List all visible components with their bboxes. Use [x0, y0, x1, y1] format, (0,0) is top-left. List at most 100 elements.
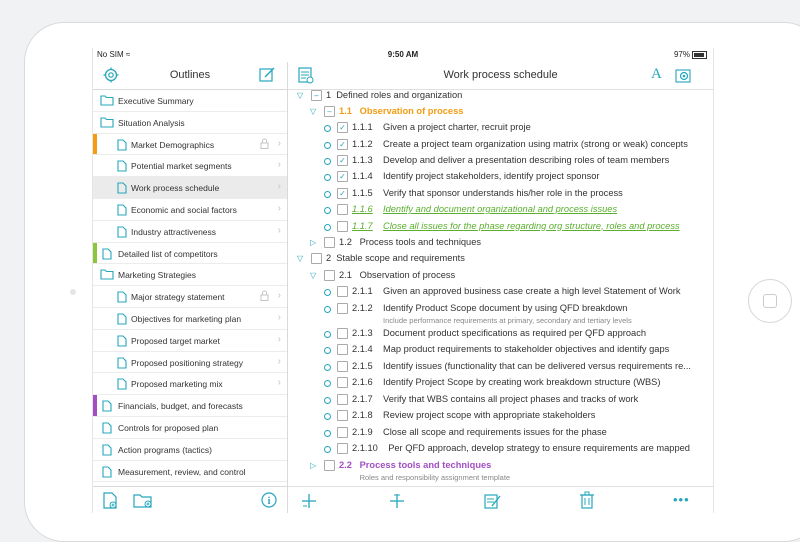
row-text[interactable]: Given an approved business case create a…	[383, 286, 681, 296]
row-text[interactable]: Observation of process	[360, 106, 464, 116]
row-text[interactable]: Identify and document organizational and…	[383, 204, 617, 214]
checkbox[interactable]	[337, 344, 348, 355]
new-folder-icon[interactable]	[133, 493, 153, 513]
outline-row[interactable]: 2.1.10 Per QFD approach, develop strategy…	[288, 442, 713, 458]
outline-row[interactable]: ✓ 1.1.4 Identify project stakeholders, ide…	[288, 170, 713, 186]
sidebar-item[interactable]: Controls for proposed plan	[93, 417, 287, 439]
outline-row[interactable]: 2.1.6 Identify Project Scope by creating …	[288, 376, 713, 392]
checkbox[interactable]: –	[324, 105, 335, 117]
outline-row[interactable]: ✓ 1.1.5 Verify that sponsor understands hi…	[288, 187, 713, 203]
home-button[interactable]	[748, 279, 792, 323]
add-child-icon[interactable]	[388, 492, 406, 513]
row-text[interactable]: Review project scope with appropriate st…	[383, 410, 595, 420]
sidebar-item[interactable]: Executive Summary	[93, 90, 287, 112]
outline-row[interactable]: 2.1.3 Document product specifications as …	[288, 327, 713, 343]
edit-note-icon[interactable]	[483, 492, 501, 513]
checkbox[interactable]	[337, 443, 348, 454]
row-text[interactable]: Identify issues (functionality that can …	[383, 361, 691, 371]
outline-row[interactable]: ▷ 1.2 Process tools and techniques	[288, 236, 713, 252]
outline-row[interactable]: 2.1.2 Identify Product Scope document by …	[288, 302, 713, 325]
outline-row[interactable]: 2.1.7 Verify that WBS contains all projec…	[288, 393, 713, 409]
row-text[interactable]: Develop and deliver a presentation descr…	[383, 155, 669, 165]
sidebar-item[interactable]: Major strategy statement ›	[93, 286, 287, 308]
checkbox[interactable]: ✓	[337, 138, 348, 150]
expand-triangle-icon[interactable]: ▽	[310, 107, 316, 116]
checkbox[interactable]	[324, 459, 335, 471]
new-document-icon[interactable]	[103, 492, 117, 513]
sidebar-item[interactable]: Situation Analysis	[93, 112, 287, 134]
compose-icon[interactable]	[259, 66, 276, 88]
outline-row[interactable]: 2.1.1 Given an approved business case cre…	[288, 285, 713, 301]
collapse-triangle-icon[interactable]: ▷	[310, 238, 316, 247]
checkbox[interactable]	[337, 303, 348, 314]
row-text[interactable]: Process tools and techniques	[360, 460, 492, 470]
expand-triangle-icon[interactable]: ▽	[297, 91, 303, 100]
sidebar-item[interactable]: Proposed marketing mix ›	[93, 373, 287, 396]
row-text[interactable]: Process tools and techniques	[360, 237, 481, 247]
outline-row[interactable]: 2.1.4 Map product requirements to stakeho…	[288, 343, 713, 359]
outline-row[interactable]: ▽ 2 Stable scope and requirements	[288, 252, 713, 268]
info-icon[interactable]: i	[261, 492, 277, 513]
row-text[interactable]: Stable scope and requirements	[336, 253, 465, 263]
checkbox[interactable]: ✓	[337, 171, 348, 182]
text-format-icon[interactable]: A	[651, 66, 662, 83]
checkbox[interactable]	[337, 410, 348, 421]
outline-row[interactable]: ▽ 2.1 Observation of process	[288, 269, 713, 285]
row-text[interactable]: Create a project team organization using…	[383, 139, 688, 149]
sidebar-item[interactable]: Market Demographics ›	[93, 133, 287, 156]
checkbox[interactable]	[337, 286, 348, 297]
checkbox[interactable]	[337, 327, 348, 339]
outline-row[interactable]: ✓ 1.1.2 Create a project team organization…	[288, 138, 713, 154]
sidebar-item[interactable]: Objectives for marketing plan ›	[93, 308, 287, 330]
sidebar-item[interactable]: Potential market segments ›	[93, 155, 287, 178]
document-settings-icon[interactable]	[675, 67, 692, 88]
row-text[interactable]: Close all issues for the phase regarding…	[383, 221, 680, 231]
checkbox[interactable]	[337, 204, 348, 215]
sidebar-item[interactable]: Action programs (tactics)	[93, 439, 287, 461]
sidebar-item[interactable]: Marketing Strategies	[93, 264, 287, 287]
checkbox[interactable]	[324, 269, 335, 281]
sidebar-item[interactable]: Proposed positioning strategy ›	[93, 352, 287, 374]
checkbox[interactable]	[337, 360, 348, 372]
outline-row[interactable]: 2.1.8 Review project scope with appropria…	[288, 409, 713, 425]
row-text[interactable]: Given a project charter, recruit proje	[383, 122, 531, 132]
outline-row[interactable]: ✓ 1.1.3 Develop and deliver a presentation…	[288, 154, 713, 170]
outline-row[interactable]: ▷ 2.2 Process tools and techniques Roles an…	[288, 459, 713, 482]
outline-row[interactable]: 2.1.9 Close all scope and requirements is…	[288, 426, 713, 442]
checkbox[interactable]	[337, 393, 348, 405]
checkbox[interactable]: ✓	[337, 154, 348, 166]
row-text[interactable]: Identify Project Scope by creating work …	[383, 377, 660, 387]
checkbox[interactable]: –	[311, 90, 322, 101]
outline-row[interactable]: ▽ –1.1 Observation of process	[288, 105, 713, 121]
checkbox[interactable]	[337, 426, 348, 438]
sidebar-item[interactable]: Detailed list of competitors	[93, 242, 287, 265]
trash-icon[interactable]	[579, 491, 595, 513]
checkbox[interactable]: ✓	[337, 121, 348, 133]
expand-triangle-icon[interactable]: ▽	[297, 254, 303, 263]
sidebar-item[interactable]: Economic and social factors ›	[93, 199, 287, 221]
row-text[interactable]: Document product specifications as requi…	[383, 328, 646, 338]
collapse-triangle-icon[interactable]: ▷	[310, 461, 316, 470]
sidebar-item[interactable]: Work process schedule ›	[93, 177, 287, 199]
sidebar-item[interactable]: Industry attractiveness ›	[93, 221, 287, 243]
outline-row[interactable]: 1.1.6 Identify and document organizationa…	[288, 203, 713, 219]
sidebar-item[interactable]: Proposed target market ›	[93, 330, 287, 352]
add-sibling-icon[interactable]	[300, 492, 318, 513]
checkbox[interactable]	[337, 377, 348, 388]
outline-row[interactable]: ✓ 1.1.1 Given a project charter, recruit p…	[288, 121, 713, 137]
expand-triangle-icon[interactable]: ▽	[310, 271, 316, 280]
outline-row[interactable]: ▽ –1 Defined roles and organization	[288, 89, 713, 105]
row-text[interactable]: Identify project stakeholders, identify …	[383, 171, 600, 181]
row-text[interactable]: Verify that WBS contains all project pha…	[383, 394, 638, 404]
row-text[interactable]: Close all scope and requirements issues …	[383, 427, 607, 437]
row-text[interactable]: Observation of process	[360, 270, 456, 280]
row-text[interactable]: Defined roles and organization	[336, 90, 462, 100]
checkbox[interactable]	[311, 253, 322, 264]
outline-row[interactable]: 2.1.5 Identify issues (functionality that…	[288, 360, 713, 376]
checkbox[interactable]: ✓	[337, 187, 348, 199]
sidebar-item[interactable]: Financials, budget, and forecasts	[93, 395, 287, 417]
outline-row[interactable]: 1.1.7 Close all issues for the phase rega…	[288, 220, 713, 236]
checkbox[interactable]	[324, 237, 335, 248]
row-text[interactable]: Identify Product Scope document by using…	[383, 303, 627, 313]
more-options-icon[interactable]: •••	[673, 492, 690, 507]
